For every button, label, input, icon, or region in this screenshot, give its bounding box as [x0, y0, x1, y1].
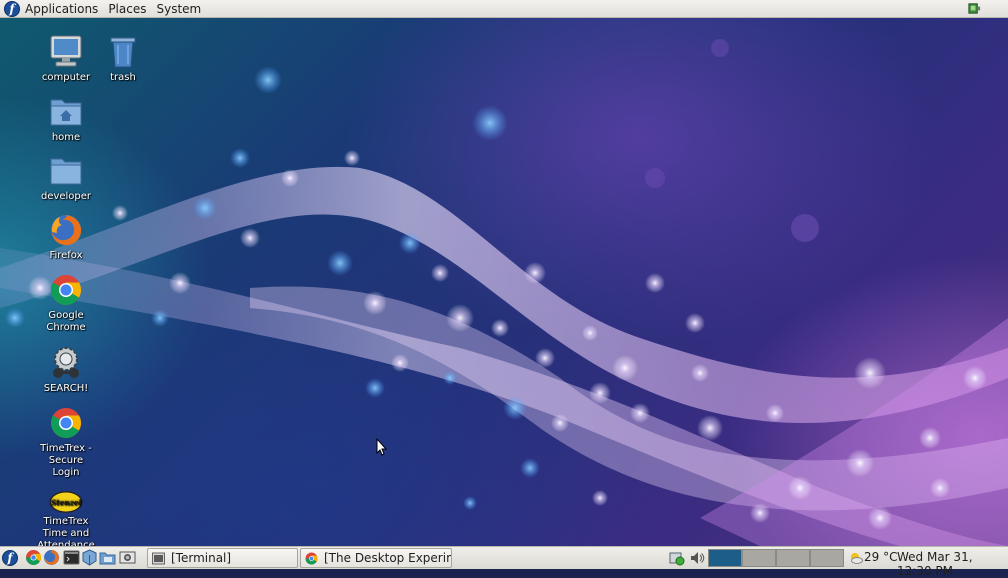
workspace-1[interactable]: [708, 549, 742, 567]
network-manager-icon[interactable]: [669, 550, 685, 566]
menu-places[interactable]: Places: [103, 0, 151, 18]
top-panel: f Applications Places System: [0, 0, 1008, 18]
desktop-wallpaper: [0, 18, 1008, 546]
desktop-icon-timetrex-time-and-attendance[interactable]: Stenzel TimeTrex Time and Attendance: [34, 490, 98, 546]
chrome-icon[interactable]: [25, 549, 42, 566]
firefox-icon: [51, 215, 82, 246]
svg-text:Stenzel: Stenzel: [51, 498, 82, 507]
wallpaper-light-ribbons: [0, 39, 1008, 546]
chrome-icon: [305, 552, 318, 565]
computer-icon: [50, 35, 82, 67]
bottom-panel: f [Terminal] [The Desktop Experi 29 °C W…: [0, 546, 1008, 578]
file-manager-icon[interactable]: [99, 549, 116, 566]
desktop-icon-label: computer: [41, 72, 91, 83]
fedora-logo-icon[interactable]: f: [4, 0, 20, 17]
desktop-icon-label: Firefox: [49, 250, 83, 261]
menu-applications[interactable]: Applications: [20, 0, 103, 18]
taskbar-button-label: [The Desktop Experim...: [324, 551, 451, 565]
desktop-icon-developer[interactable]: developer: [34, 153, 98, 203]
search-gear-icon: [53, 347, 79, 378]
desktop-icon-label: home: [51, 132, 81, 143]
taskbar-button-label: [Terminal]: [171, 551, 232, 565]
weather-icon[interactable]: [849, 551, 863, 565]
desktop-icon-home[interactable]: home: [34, 94, 98, 144]
desktop-icon-timetrex-secure-login[interactable]: TimeTrex - Secure Login: [34, 405, 98, 479]
desktop-icon-label: SEARCH!: [43, 383, 89, 394]
desktop-icon-firefox[interactable]: Firefox: [34, 212, 98, 262]
desktop-icon-label: developer: [40, 191, 92, 202]
desktop-icon-label: TimeTrex Time and Attendance: [37, 516, 95, 546]
home-folder-icon: [50, 99, 82, 126]
clock[interactable]: Wed Mar 31, 12:30 PM: [897, 550, 1008, 578]
workspace-4[interactable]: [810, 549, 844, 567]
workspace-3[interactable]: [776, 549, 810, 567]
volume-icon[interactable]: [689, 550, 705, 566]
desktop-icon-google-chrome[interactable]: Google Chrome: [34, 272, 98, 334]
desktop-icon-search[interactable]: SEARCH!: [34, 345, 98, 395]
menu-system[interactable]: System: [151, 0, 206, 18]
weather-temperature[interactable]: 29 °C: [864, 550, 897, 564]
chrome-icon: [50, 408, 82, 439]
stenzel-logo-icon: Stenzel: [49, 491, 83, 513]
mouse-pointer: [376, 437, 388, 456]
chrome-icon: [50, 275, 82, 306]
network-icon[interactable]: [81, 549, 98, 566]
taskbar-button-terminal[interactable]: [Terminal]: [147, 548, 298, 568]
desktop-icon-label: trash: [110, 72, 136, 83]
terminal-icon[interactable]: [63, 549, 80, 566]
network-status-icon[interactable]: [967, 1, 982, 19]
folder-icon: [50, 158, 82, 185]
desktop-icon-label: Google Chrome: [46, 310, 86, 333]
firefox-icon[interactable]: [43, 549, 60, 566]
trash-icon: [110, 37, 136, 68]
desktop-icon-computer[interactable]: computer: [34, 34, 98, 84]
taskbar-button-browser[interactable]: [The Desktop Experim...: [300, 548, 452, 568]
desktop-icon-label: TimeTrex - Secure Login: [40, 443, 92, 478]
fedora-menu-icon[interactable]: f: [2, 550, 18, 566]
terminal-icon: [152, 552, 165, 564]
desktop-icon-trash[interactable]: trash: [91, 34, 155, 84]
screenshot-icon[interactable]: [119, 549, 136, 566]
workspace-2[interactable]: [742, 549, 776, 567]
